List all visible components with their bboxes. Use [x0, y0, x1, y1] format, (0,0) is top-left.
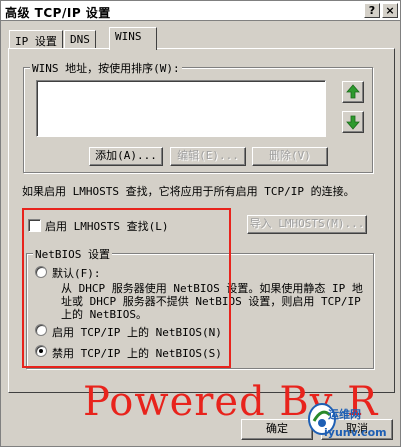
- highlight-box: [22, 208, 231, 368]
- add-button[interactable]: 添加(A)...: [89, 147, 163, 166]
- title-bar[interactable]: 高级 TCP/IP 设置 ? ×: [1, 1, 400, 21]
- tab-ip-settings[interactable]: IP 设置: [9, 30, 63, 49]
- tab-dns[interactable]: DNS: [64, 30, 96, 49]
- move-up-button[interactable]: [342, 81, 364, 103]
- help-button[interactable]: ?: [364, 3, 380, 18]
- green-up-arrow-icon: [346, 84, 360, 99]
- advanced-tcpip-dialog: 高级 TCP/IP 设置 ? × IP 设置 DNS WINS WINS 地址，…: [0, 0, 401, 447]
- wins-group-label: WINS 地址，按使用排序(W):: [30, 60, 182, 76]
- logo-text-cn: 运维网: [328, 408, 361, 421]
- move-down-button[interactable]: [342, 111, 364, 133]
- import-lmhosts-button: 导入 LMHOSTS(M)...: [247, 215, 367, 234]
- green-down-arrow-icon: [346, 115, 360, 130]
- delete-button: 删除(V): [252, 147, 328, 166]
- close-button[interactable]: ×: [382, 3, 398, 18]
- tab-wins[interactable]: WINS: [109, 27, 157, 50]
- edit-button: 编辑(E)...: [170, 147, 246, 166]
- wins-address-list[interactable]: [36, 80, 326, 137]
- dialog-title: 高级 TCP/IP 设置: [5, 6, 111, 20]
- logo-text-url: iyunv.com: [324, 426, 387, 439]
- lmhosts-info-text: 如果启用 LMHOSTS 查找，它将应用于所有启用 TCP/IP 的连接。: [22, 185, 355, 198]
